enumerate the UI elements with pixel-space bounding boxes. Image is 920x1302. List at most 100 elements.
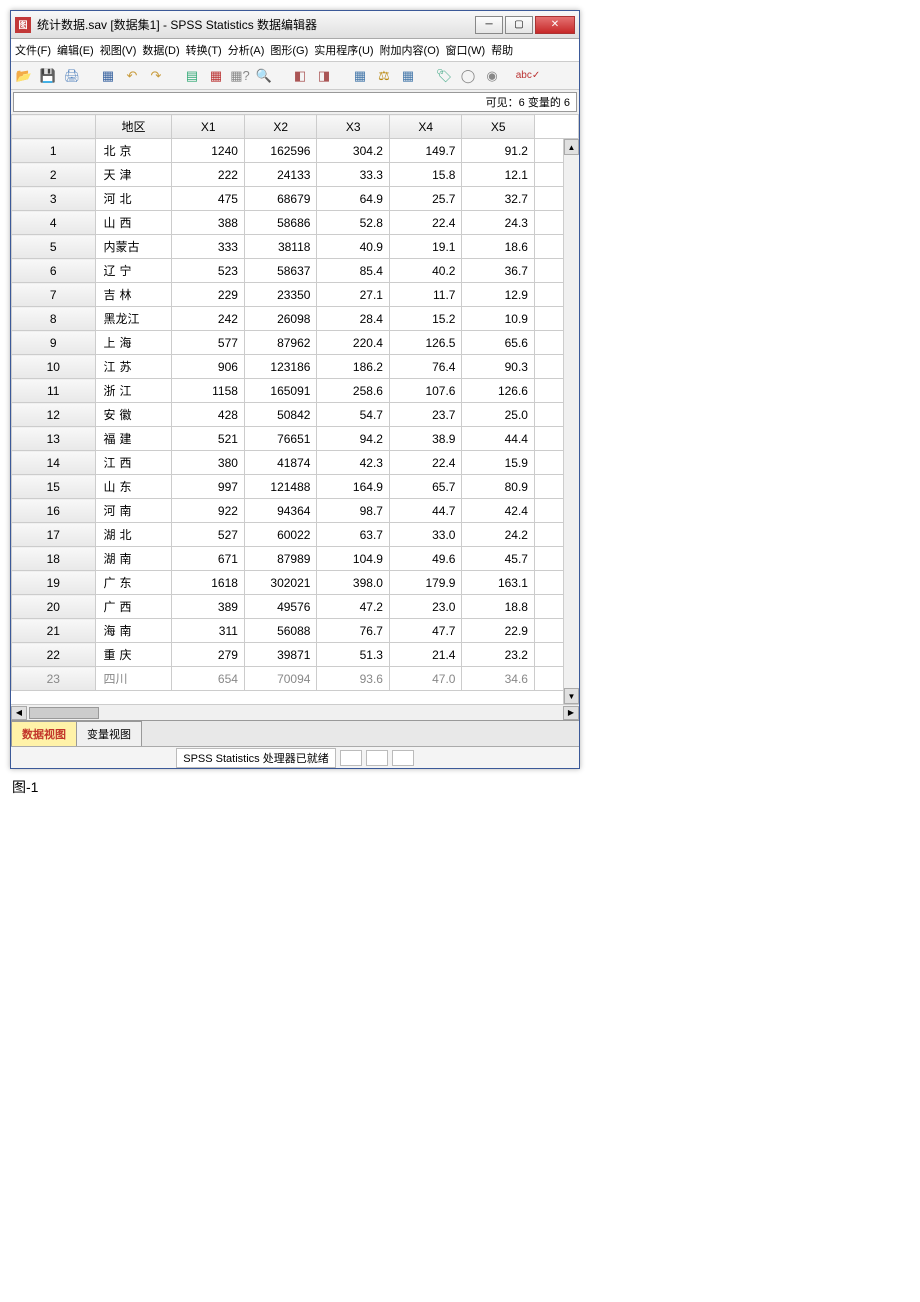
menu-window[interactable]: 窗口(W) [445, 42, 485, 58]
cell-x2[interactable]: 60022 [244, 523, 317, 547]
table-row[interactable]: 22重庆2793987151.321.423.2 [12, 643, 579, 667]
table-row[interactable]: 1北京1240162596304.2149.791.2 [12, 139, 579, 163]
table-row[interactable]: 7吉林2292335027.111.712.9 [12, 283, 579, 307]
cell-x1[interactable]: 389 [172, 595, 245, 619]
cell-x4[interactable]: 23.0 [389, 595, 462, 619]
cell-x4[interactable]: 126.5 [389, 331, 462, 355]
cell-x4[interactable]: 22.4 [389, 211, 462, 235]
cell-x4[interactable]: 47.7 [389, 619, 462, 643]
cell-x5[interactable]: 23.2 [462, 643, 535, 667]
maximize-button[interactable]: ▢ [505, 16, 533, 34]
cell-region[interactable]: 江西 [95, 451, 172, 475]
cell-x2[interactable]: 23350 [244, 283, 317, 307]
cell-x4[interactable]: 15.8 [389, 163, 462, 187]
cell-x2[interactable]: 302021 [244, 571, 317, 595]
corner-cell[interactable] [12, 115, 96, 139]
cell-x4[interactable]: 19.1 [389, 235, 462, 259]
scroll-down-button[interactable]: ▼ [564, 688, 579, 704]
goto-variable-icon[interactable]: ▦ [207, 67, 225, 85]
col-x1[interactable]: X1 [172, 115, 245, 139]
row-header[interactable]: 23 [12, 667, 96, 691]
cell-x3[interactable]: 258.6 [317, 379, 390, 403]
cell-x3[interactable]: 28.4 [317, 307, 390, 331]
row-header[interactable]: 14 [12, 451, 96, 475]
table-row[interactable]: 3河北4756867964.925.732.7 [12, 187, 579, 211]
redo-icon[interactable]: ↷ [147, 67, 165, 85]
cell-x4[interactable]: 22.4 [389, 451, 462, 475]
table-row[interactable]: 4山西3885868652.822.424.3 [12, 211, 579, 235]
minimize-button[interactable]: ─ [475, 16, 503, 34]
close-button[interactable]: ✕ [535, 16, 575, 34]
table-row[interactable]: 2天津2222413333.315.812.1 [12, 163, 579, 187]
cell-x5[interactable]: 80.9 [462, 475, 535, 499]
col-region[interactable]: 地区 [95, 115, 172, 139]
row-header[interactable]: 13 [12, 427, 96, 451]
menu-utilities[interactable]: 实用程序(U) [314, 42, 373, 58]
table-row[interactable]: 16河南9229436498.744.742.4 [12, 499, 579, 523]
menu-analyze[interactable]: 分析(A) [228, 42, 265, 58]
row-header[interactable]: 3 [12, 187, 96, 211]
scroll-right-button[interactable]: ▶ [563, 706, 579, 720]
save-icon[interactable]: 💾 [39, 67, 57, 85]
cell-x2[interactable]: 70094 [244, 667, 317, 691]
scroll-left-button[interactable]: ◀ [11, 706, 27, 720]
cell-x4[interactable]: 11.7 [389, 283, 462, 307]
cell-x3[interactable]: 42.3 [317, 451, 390, 475]
cell-x3[interactable]: 104.9 [317, 547, 390, 571]
cell-x5[interactable]: 18.6 [462, 235, 535, 259]
cell-x5[interactable]: 44.4 [462, 427, 535, 451]
row-header[interactable]: 1 [12, 139, 96, 163]
table-row[interactable]: 17湖北5276002263.733.024.2 [12, 523, 579, 547]
table-row[interactable]: 8黑龙江2422609828.415.210.9 [12, 307, 579, 331]
cell-region[interactable]: 广西 [95, 595, 172, 619]
cell-region[interactable]: 江苏 [95, 355, 172, 379]
use-sets-icon[interactable]: ◯ [459, 67, 477, 85]
cell-x1[interactable]: 577 [172, 331, 245, 355]
row-header[interactable]: 16 [12, 499, 96, 523]
cell-x3[interactable]: 186.2 [317, 355, 390, 379]
cell-x5[interactable]: 32.7 [462, 187, 535, 211]
cell-region[interactable]: 浙江 [95, 379, 172, 403]
cell-x4[interactable]: 33.0 [389, 523, 462, 547]
cell-x1[interactable]: 222 [172, 163, 245, 187]
cell-region[interactable]: 上海 [95, 331, 172, 355]
table-row[interactable]: 13福建5217665194.238.944.4 [12, 427, 579, 451]
cell-x1[interactable]: 527 [172, 523, 245, 547]
cell-x2[interactable]: 87989 [244, 547, 317, 571]
table-row[interactable]: 12安徽4285084254.723.725.0 [12, 403, 579, 427]
find-icon[interactable]: 🔍 [255, 67, 273, 85]
col-x4[interactable]: X4 [389, 115, 462, 139]
cell-x2[interactable]: 121488 [244, 475, 317, 499]
row-header[interactable]: 8 [12, 307, 96, 331]
cell-x5[interactable]: 163.1 [462, 571, 535, 595]
cell-x3[interactable]: 40.9 [317, 235, 390, 259]
goto-case-icon[interactable]: ▤ [183, 67, 201, 85]
menu-graphs[interactable]: 图形(G) [270, 42, 308, 58]
menu-transform[interactable]: 转换(T) [186, 42, 222, 58]
cell-x1[interactable]: 475 [172, 187, 245, 211]
cell-x1[interactable]: 906 [172, 355, 245, 379]
cell-region[interactable]: 内蒙古 [95, 235, 172, 259]
cell-region[interactable]: 湖北 [95, 523, 172, 547]
cell-x4[interactable]: 65.7 [389, 475, 462, 499]
col-x3[interactable]: X3 [317, 115, 390, 139]
cell-x1[interactable]: 523 [172, 259, 245, 283]
cell-x3[interactable]: 76.7 [317, 619, 390, 643]
cell-x3[interactable]: 164.9 [317, 475, 390, 499]
cell-region[interactable]: 福建 [95, 427, 172, 451]
cell-x2[interactable]: 58686 [244, 211, 317, 235]
data-grid[interactable]: 地区 X1 X2 X3 X4 X5 1北京1240162596304.2149.… [11, 114, 579, 691]
tab-data-view[interactable]: 数据视图 [11, 721, 77, 746]
cell-region[interactable]: 吉林 [95, 283, 172, 307]
cell-x4[interactable]: 44.7 [389, 499, 462, 523]
cell-x1[interactable]: 1158 [172, 379, 245, 403]
cell-x1[interactable]: 671 [172, 547, 245, 571]
cell-x5[interactable]: 42.4 [462, 499, 535, 523]
cell-x1[interactable]: 521 [172, 427, 245, 451]
cell-x5[interactable]: 126.6 [462, 379, 535, 403]
cell-x5[interactable]: 12.9 [462, 283, 535, 307]
cell-x2[interactable]: 38118 [244, 235, 317, 259]
cell-x2[interactable]: 165091 [244, 379, 317, 403]
cell-x1[interactable]: 388 [172, 211, 245, 235]
cell-x1[interactable]: 311 [172, 619, 245, 643]
